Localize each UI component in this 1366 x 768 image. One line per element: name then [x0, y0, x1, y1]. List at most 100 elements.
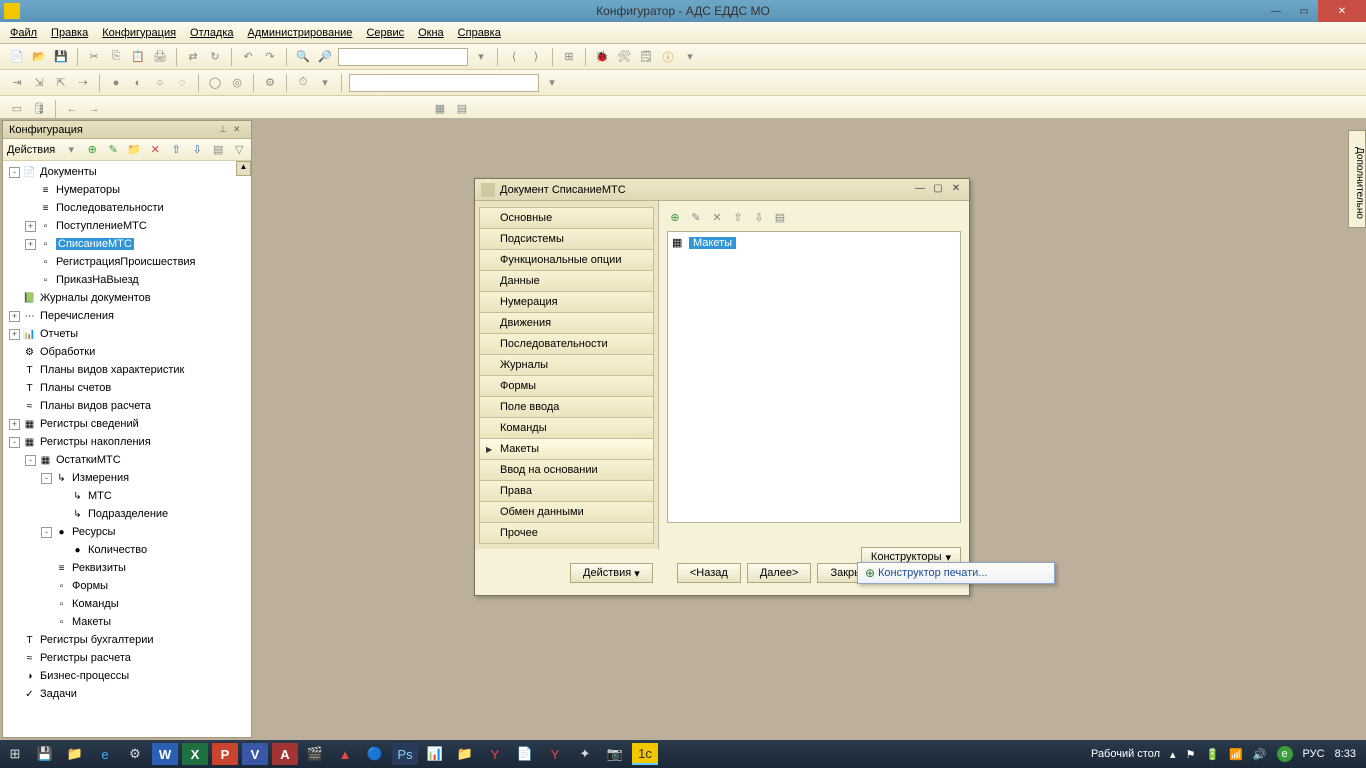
tree-item[interactable]: ↳МТС: [3, 487, 251, 505]
up-icon[interactable]: ⇧: [730, 209, 746, 225]
clock[interactable]: 8:33: [1335, 748, 1356, 760]
taskbar-app-visio[interactable]: V: [242, 743, 268, 765]
breakpoint-icon[interactable]: ◌: [173, 74, 191, 92]
taskbar-app[interactable]: 📊: [420, 740, 450, 768]
tree-item[interactable]: -📄Документы: [3, 163, 251, 181]
edit-icon[interactable]: ✎: [688, 209, 704, 225]
nav-item[interactable]: Макеты: [479, 438, 654, 460]
chevron-icon[interactable]: ▴: [1170, 748, 1176, 761]
tree-item[interactable]: ◑Бизнес-процессы: [3, 667, 251, 685]
dropdown-item-print-constructor[interactable]: ⊕ Конструктор печати...: [862, 563, 1054, 583]
breakpoint-icon[interactable]: ◐: [129, 74, 147, 92]
tree-expander-icon[interactable]: -: [41, 473, 52, 484]
step-icon[interactable]: ⇥: [8, 74, 26, 92]
cut-icon[interactable]: ✂: [85, 48, 103, 66]
tree-item[interactable]: ≡Нумераторы: [3, 181, 251, 199]
folder-icon[interactable]: 📁: [125, 141, 143, 159]
clock-icon[interactable]: ⏱: [294, 74, 312, 92]
forward-icon[interactable]: →: [85, 100, 103, 118]
tree-item[interactable]: ▫Макеты: [3, 613, 251, 631]
breakpoint-icon[interactable]: ○: [151, 74, 169, 92]
tree-item[interactable]: +▦Регистры сведений: [3, 415, 251, 433]
tool-icon[interactable]: 🛠: [615, 48, 633, 66]
taskbar-app-access[interactable]: A: [272, 743, 298, 765]
info-icon[interactable]: ⓘ: [659, 48, 677, 66]
minimize-button[interactable]: —: [1262, 0, 1290, 22]
desktop-label[interactable]: Рабочий стол: [1091, 748, 1160, 760]
menu-debug[interactable]: Отладка: [190, 27, 233, 39]
chevron-down-icon[interactable]: ▾: [472, 48, 490, 66]
windows-icon[interactable]: ⊞: [560, 48, 578, 66]
bracket-left-icon[interactable]: ⟨: [505, 48, 523, 66]
edit-icon[interactable]: ✎: [104, 141, 122, 159]
nav-item[interactable]: Данные: [479, 270, 654, 292]
tree-item[interactable]: 📗Журналы документов: [3, 289, 251, 307]
print-icon[interactable]: 🖨: [151, 48, 169, 66]
dialog-maximize-button[interactable]: ▢: [931, 183, 945, 197]
actions-button[interactable]: Действия ▾: [570, 563, 653, 583]
tree-item[interactable]: ≡Реквизиты: [3, 559, 251, 577]
list-item[interactable]: ▦ Макеты: [672, 236, 956, 250]
tree-item[interactable]: ●Количество: [3, 541, 251, 559]
templates-list[interactable]: ▦ Макеты: [667, 231, 961, 523]
nav-item[interactable]: Команды: [479, 417, 654, 439]
tree-item[interactable]: ▫Команды: [3, 595, 251, 613]
menu-file[interactable]: Файл: [10, 27, 37, 39]
tree-expander-icon[interactable]: +: [9, 419, 20, 430]
taskbar-app-ie[interactable]: e: [90, 740, 120, 768]
lang-indicator[interactable]: РУС: [1303, 748, 1325, 760]
tree-item[interactable]: ▫Формы: [3, 577, 251, 595]
debug-icon[interactable]: 🐞: [593, 48, 611, 66]
side-tab-additional[interactable]: Дополнительно: [1348, 130, 1366, 228]
tree-item[interactable]: ТПланы видов характеристик: [3, 361, 251, 379]
delete-icon[interactable]: ✕: [146, 141, 164, 159]
tree-item[interactable]: +▫ПоступлениеМТС: [3, 217, 251, 235]
delete-icon[interactable]: ✕: [709, 209, 725, 225]
filter-icon[interactable]: ▽: [230, 141, 248, 159]
step-icon[interactable]: ⇲: [30, 74, 48, 92]
tree-item[interactable]: ⚙Обработки: [3, 343, 251, 361]
circle-icon[interactable]: ◯: [206, 74, 224, 92]
copy-icon[interactable]: ⎘: [107, 48, 125, 66]
tree-expander-icon[interactable]: -: [9, 437, 20, 448]
properties-icon[interactable]: ▤: [772, 209, 788, 225]
breakpoint-icon[interactable]: ●: [107, 74, 125, 92]
tree-item[interactable]: ТРегистры бухгалтерии: [3, 631, 251, 649]
new-icon[interactable]: 📄: [8, 48, 26, 66]
back-icon[interactable]: ←: [63, 100, 81, 118]
tree-item[interactable]: ≈Регистры расчета: [3, 649, 251, 667]
tray-net-icon[interactable]: 📶: [1229, 748, 1243, 761]
bracket-right-icon[interactable]: ⟩: [527, 48, 545, 66]
taskbar-app[interactable]: 🎬: [300, 740, 330, 768]
tree-expander-icon[interactable]: -: [9, 167, 20, 178]
tree-item[interactable]: -▦ОстаткиМТС: [3, 451, 251, 469]
find-icon[interactable]: 🔍: [294, 48, 312, 66]
tree-item[interactable]: +📊Отчеты: [3, 325, 251, 343]
tree-item[interactable]: +⋯Перечисления: [3, 307, 251, 325]
nav-item[interactable]: Подсистемы: [479, 228, 654, 250]
paste-icon[interactable]: 📋: [129, 48, 147, 66]
tree-expander-icon[interactable]: -: [41, 527, 52, 538]
nav-item[interactable]: Обмен данными: [479, 501, 654, 523]
taskbar-app[interactable]: Y: [540, 740, 570, 768]
calc-icon[interactable]: 🗒: [637, 48, 655, 66]
config-tree[interactable]: -📄Документы≡Нумераторы≡Последовательност…: [3, 161, 251, 737]
tree-item[interactable]: ≡Последовательности: [3, 199, 251, 217]
chevron-down-icon[interactable]: ▾: [316, 74, 334, 92]
layout-icon[interactable]: ▤: [453, 100, 471, 118]
add-icon[interactable]: ⊕: [83, 141, 101, 159]
tree-item[interactable]: -▦Регистры накопления: [3, 433, 251, 451]
tray-sound-icon[interactable]: 🔊: [1253, 748, 1267, 761]
taskbar-app-yandex[interactable]: Y: [480, 740, 510, 768]
menu-windows[interactable]: Окна: [418, 27, 444, 39]
search-combo[interactable]: [338, 48, 468, 66]
tree-item[interactable]: ↳Подразделение: [3, 505, 251, 523]
taskbar-app-word[interactable]: W: [152, 743, 178, 765]
taskbar-app-explorer[interactable]: 💾: [30, 740, 60, 768]
tree-item[interactable]: -↳Измерения: [3, 469, 251, 487]
nav-item[interactable]: Функциональные опции: [479, 249, 654, 271]
tray-flag-icon[interactable]: ⚑: [1186, 748, 1196, 761]
redo-icon[interactable]: ↷: [261, 48, 279, 66]
taskbar-app[interactable]: 📁: [450, 740, 480, 768]
add-icon[interactable]: ⊕: [667, 209, 683, 225]
